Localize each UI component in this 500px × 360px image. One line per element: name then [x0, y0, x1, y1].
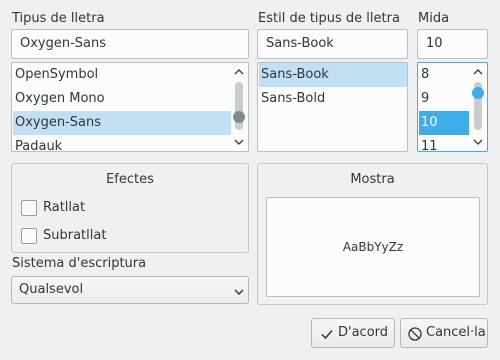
list-item-selected[interactable]: Oxygen-Sans: [13, 111, 231, 135]
list-item[interactable]: 11: [419, 135, 469, 151]
list-item[interactable]: OpenSymbol: [13, 63, 231, 87]
writing-system-combo[interactable]: Qualsevol: [11, 276, 249, 304]
sample-title: Mostra: [350, 172, 395, 187]
cancel-button[interactable]: Cancel·la: [400, 318, 488, 348]
strikeout-label[interactable]: Ratllat: [43, 200, 85, 215]
cancel-button-label: Cancel·la: [426, 325, 486, 340]
list-item[interactable]: Padauk: [13, 135, 231, 151]
chevron-up-icon[interactable]: [232, 65, 246, 79]
font-family-label: Tipus de lletra: [12, 11, 105, 26]
font-size-input[interactable]: 10: [417, 29, 488, 59]
scroll-thumb[interactable]: [472, 87, 484, 99]
chevron-down-icon[interactable]: [471, 135, 485, 149]
sample-group: Mostra AaBbYyZz: [257, 163, 488, 305]
list-item-current[interactable]: 10: [419, 111, 469, 135]
underline-checkbox[interactable]: [21, 228, 37, 244]
check-icon: [319, 325, 335, 353]
font-family-list[interactable]: OpenSymbol Oxygen Mono Oxygen-Sans Padau…: [11, 62, 249, 152]
list-item[interactable]: Oxygen Mono: [13, 87, 231, 111]
font-size-list[interactable]: 8 9 10 11: [417, 62, 488, 152]
writing-system-label: Sistema d'escriptura: [12, 256, 147, 271]
scroll-thumb[interactable]: [233, 111, 245, 123]
underline-label[interactable]: Subratllat: [43, 228, 106, 243]
font-size-label: Mida: [418, 11, 450, 26]
ok-button[interactable]: D'acord: [311, 318, 395, 348]
chevron-up-icon[interactable]: [471, 65, 485, 79]
list-item[interactable]: 8: [419, 63, 469, 87]
ok-button-label: D'acord: [338, 325, 389, 340]
sample-preview: AaBbYyZz: [266, 197, 480, 297]
chevron-down-icon[interactable]: [232, 135, 246, 149]
font-style-list[interactable]: Sans-Book Sans-Bold: [257, 62, 408, 152]
list-item-selected[interactable]: Sans-Book: [259, 63, 407, 87]
font-family-scrollbar[interactable]: [232, 65, 246, 149]
list-item[interactable]: Sans-Bold: [259, 87, 407, 111]
chevron-down-icon: [232, 283, 246, 309]
strikeout-checkbox[interactable]: [21, 200, 37, 216]
list-item[interactable]: 9: [419, 87, 469, 111]
font-size-scrollbar[interactable]: [471, 65, 485, 149]
cancel-circle-icon: [407, 325, 423, 353]
font-style-input[interactable]: Sans-Book: [257, 29, 408, 59]
effects-title: Efectes: [106, 172, 154, 187]
font-style-label: Estil de tipus de lletra: [258, 11, 400, 26]
writing-system-value: Qualsevol: [19, 282, 84, 297]
effects-group: Efectes Ratllat Subratllat: [11, 163, 249, 253]
font-family-input[interactable]: Oxygen-Sans: [11, 29, 249, 59]
